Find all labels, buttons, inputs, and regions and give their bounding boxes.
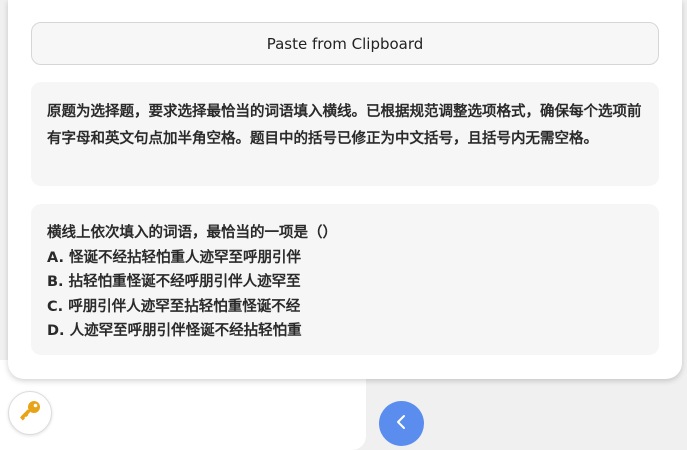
paste-from-clipboard-button[interactable]: Paste from Clipboard [31,22,659,65]
back-button[interactable] [379,401,424,446]
question-box: 横线上依次填入的词语，最恰当的一项是（） A. 怪诞不经拈轻怕重人迹罕至呼朋引伴… [31,204,659,355]
main-card: Paste from Clipboard 原题为选择题，要求选择最恰当的词语填入… [8,0,682,379]
note-text: 原题为选择题，要求选择最恰当的词语填入横线。已根据规范调整选项格式，确保每个选项… [31,82,659,186]
option-d: D. 人迹罕至呼朋引伴怪诞不经拈轻怕重 [47,323,302,339]
question-stem: 横线上依次填入的词语，最恰当的一项是（） [47,225,337,241]
key-button[interactable] [8,391,52,435]
option-a: A. 怪诞不经拈轻怕重人迹罕至呼朋引伴 [47,249,302,266]
chevron-left-icon [395,414,409,434]
key-icon [17,398,43,428]
option-c: C. 呼朋引伴人迹罕至拈轻怕重怪诞不经 [47,298,301,315]
option-b: B. 拈轻怕重怪诞不经呼朋引伴人迹罕至 [47,274,301,290]
